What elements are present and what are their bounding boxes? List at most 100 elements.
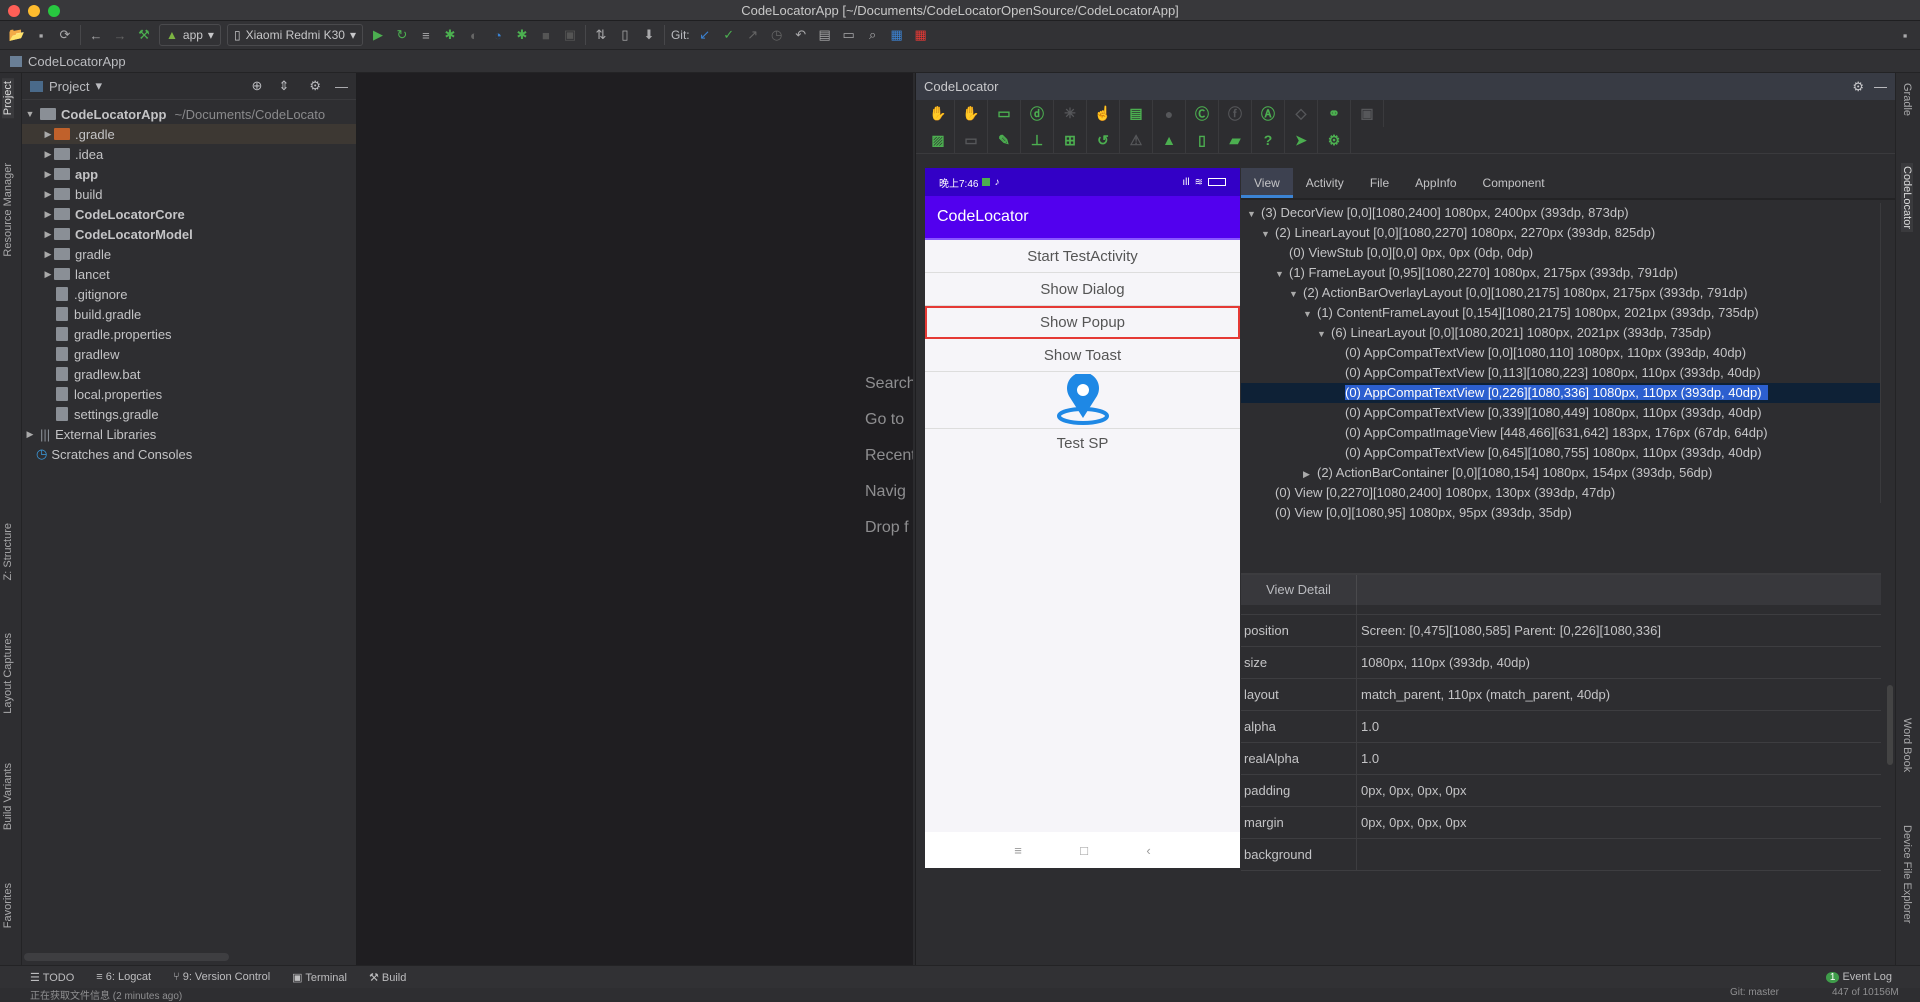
toolbox-icon[interactable]: ▰ — [1219, 126, 1252, 154]
view-tree-node[interactable]: (0) AppCompatImageView [448,466][631,642… — [1241, 423, 1880, 443]
tool-window-codelocator[interactable]: CodeLocator — [1901, 163, 1913, 232]
gear-icon[interactable]: ⚙ — [1852, 79, 1864, 95]
git-commit-icon[interactable]: ✓ — [720, 26, 738, 44]
save-icon[interactable]: ▯ — [1186, 126, 1219, 154]
logcat-tool[interactable]: ≡ 6: Logcat — [96, 971, 151, 983]
project-item[interactable]: ▶ CodeLocatorModel — [22, 224, 356, 244]
project-structure-icon[interactable]: ▤ — [816, 26, 834, 44]
detail-row[interactable]: layout match_parent, 110px (match_parent,… — [1241, 679, 1881, 711]
save-icon[interactable]: ▪ — [32, 26, 50, 44]
scratches-and-consoles[interactable]: ◷ Scratches and Consoles — [22, 444, 356, 464]
plugin-icon[interactable]: ▦ — [912, 26, 930, 44]
view-tree-node[interactable]: ▼ (1) FrameLayout [0,95][1080,2270] 1080p… — [1241, 263, 1880, 283]
tree-root[interactable]: ▼ CodeLocatorApp ~/Documents/CodeLocato — [22, 104, 356, 124]
expand-arrow-icon[interactable]: ▼ — [1261, 224, 1275, 244]
git-branch[interactable]: Git: master — [1730, 987, 1779, 998]
fragment-f-icon[interactable]: ⓕ — [1219, 100, 1252, 127]
view-tree-node[interactable]: (0) ViewStub [0,0][0,0] 0px, 0px (0dp, 0… — [1241, 243, 1880, 263]
menu-nav-icon[interactable]: ≡ — [1014, 843, 1022, 858]
expand-arrow-icon[interactable]: ▶ — [42, 249, 54, 260]
translate-icon[interactable]: ▦ — [888, 26, 906, 44]
apply-code-icon[interactable]: ≡ — [417, 26, 435, 44]
detail-row[interactable]: realAlpha 1.0 — [1241, 743, 1881, 775]
open-file-icon[interactable]: ▭ — [988, 100, 1021, 127]
todo-tool[interactable]: ☰ TODO — [30, 971, 74, 984]
click-trace-icon[interactable]: ✳ — [1054, 100, 1087, 127]
device-select[interactable]: ▯ Xiaomi Redmi K30 ▾ — [226, 24, 363, 46]
expand-arrow-icon[interactable]: ▼ — [1247, 204, 1261, 224]
location-pin-image[interactable] — [925, 372, 1240, 429]
view-tree-node[interactable]: (0) AppCompatTextView [0,0][1080,110] 10… — [1241, 343, 1880, 363]
history-icon[interactable]: ↺ — [1087, 126, 1120, 154]
view-tree-node[interactable]: (0) AppCompatTextView [0,113][1080,223] … — [1241, 363, 1880, 383]
avd-manager-icon[interactable]: ▯ — [616, 26, 634, 44]
project-item[interactable]: ▶ .idea — [22, 144, 356, 164]
show-dialog-button[interactable]: Show Dialog — [925, 273, 1240, 306]
profile-icon[interactable]: ◔ — [489, 26, 507, 44]
expand-arrow-icon[interactable]: ▶ — [1303, 464, 1317, 484]
tab-view[interactable]: View — [1241, 168, 1293, 198]
horizontal-scrollbar[interactable] — [24, 953, 229, 961]
home-nav-icon[interactable]: □ — [1080, 843, 1088, 858]
detail-row[interactable]: position Screen: [0,475][1080,585] Parent… — [1241, 615, 1881, 647]
help-icon[interactable]: ? — [1252, 126, 1285, 154]
view-tree-node[interactable]: ▼ (3) DecorView [0,0][1080,2400] 1080px, … — [1241, 203, 1880, 223]
hierarchy-icon[interactable]: ⊥ — [1021, 126, 1054, 154]
fragment-icon[interactable]: ● — [1153, 100, 1186, 127]
tab-file[interactable]: File — [1357, 168, 1402, 198]
detail-row[interactable]: alpha 1.0 — [1241, 711, 1881, 743]
view-tree-node[interactable]: (0) View [0,0][1080,95] 1080px, 95px (39… — [1241, 503, 1880, 523]
view-tree-node[interactable]: (0) AppCompatTextView [0,339][1080,449] … — [1241, 403, 1880, 423]
grab-icon[interactable]: ✋ — [922, 100, 955, 127]
xml-icon[interactable]: ▤ — [1120, 100, 1153, 127]
view-tree-node[interactable]: (0) View [0,2270][1080,2400] 1080px, 130… — [1241, 483, 1880, 503]
tool-window-project[interactable]: Project — [2, 78, 14, 119]
gradle-sync-icon[interactable]: ⇅ — [592, 26, 610, 44]
start-testactivity-button[interactable]: Start TestActivity — [925, 240, 1240, 273]
find-id-icon[interactable]: ⓓ — [1021, 100, 1054, 127]
edit-icon[interactable]: ✎ — [988, 126, 1021, 154]
tool-window-favorites[interactable]: Favorites — [2, 883, 14, 928]
project-item[interactable]: ▶ gradle — [22, 244, 356, 264]
gear-icon[interactable]: ⚙ — [309, 78, 321, 94]
git-push-icon[interactable]: ↗ — [744, 26, 762, 44]
hide-icon[interactable]: — — [335, 79, 348, 94]
tool-window-build-variants[interactable]: Build Variants — [2, 763, 14, 830]
terminal-icon[interactable]: ▭ — [840, 26, 858, 44]
detail-row[interactable]: margin 0px, 0px, 0px, 0px — [1241, 807, 1881, 839]
activity-icon[interactable]: Ⓐ — [1252, 100, 1285, 127]
expand-arrow-icon[interactable]: ▶ — [42, 149, 54, 160]
phone-screenshot[interactable]: 晚上7:46 ♪ ıll ≋ CodeLocator Start TestAct… — [925, 168, 1240, 868]
detail-row[interactable]: padding 0px, 0px, 0px, 0px — [1241, 775, 1881, 807]
project-item[interactable]: gradlew.bat — [22, 364, 356, 384]
chevron-down-icon[interactable]: ▾ — [95, 78, 102, 94]
open-icon[interactable]: 📂 — [8, 26, 26, 44]
class-icon[interactable]: Ⓒ — [1186, 100, 1219, 127]
tab-activity[interactable]: Activity — [1293, 168, 1357, 198]
sync-icon[interactable]: ⟳ — [56, 26, 74, 44]
detail-row[interactable]: size 1080px, 110px (393dp, 40dp) — [1241, 647, 1881, 679]
grab-delay-icon[interactable]: ✋ — [955, 100, 988, 127]
stop-icon[interactable]: ■ — [537, 26, 555, 44]
view-tree-node[interactable]: ▶ (2) ActionBarContainer [0,0][1080,154] … — [1241, 463, 1880, 483]
view-tree-node[interactable]: (0) AppCompatTextView [0,645][1080,755] … — [1241, 443, 1880, 463]
project-view-select[interactable]: Project — [49, 79, 89, 94]
zoom-window-button[interactable] — [48, 5, 60, 17]
new-window-icon[interactable]: ⊞ — [1054, 126, 1087, 154]
link-icon[interactable]: ⚭ — [1318, 100, 1351, 127]
breadcrumb-project[interactable]: CodeLocatorApp — [28, 54, 126, 69]
expand-arrow-icon[interactable]: ▶ — [42, 229, 54, 240]
hide-icon[interactable]: — — [1874, 79, 1887, 94]
project-item[interactable]: settings.gradle — [22, 404, 356, 424]
warning-icon[interactable]: ⚠ — [1120, 126, 1153, 154]
show-popup-button[interactable]: Show Popup — [925, 306, 1240, 339]
tool-window-resource-manager[interactable]: Resource Manager — [2, 163, 14, 257]
terminal-tool[interactable]: ▣ Terminal — [292, 971, 347, 984]
close-window-button[interactable] — [8, 5, 20, 17]
attach-debugger-icon[interactable]: ✱ — [513, 26, 531, 44]
expand-arrow-icon[interactable]: ▶ — [42, 189, 54, 200]
view-tree-node[interactable]: ▼ (1) ContentFrameLayout [0,154][1080,217… — [1241, 303, 1880, 323]
project-item[interactable]: ▶ build — [22, 184, 356, 204]
clear-icon[interactable]: ◇ — [1285, 100, 1318, 127]
build-hammer-icon[interactable]: ⚒ — [135, 26, 153, 44]
